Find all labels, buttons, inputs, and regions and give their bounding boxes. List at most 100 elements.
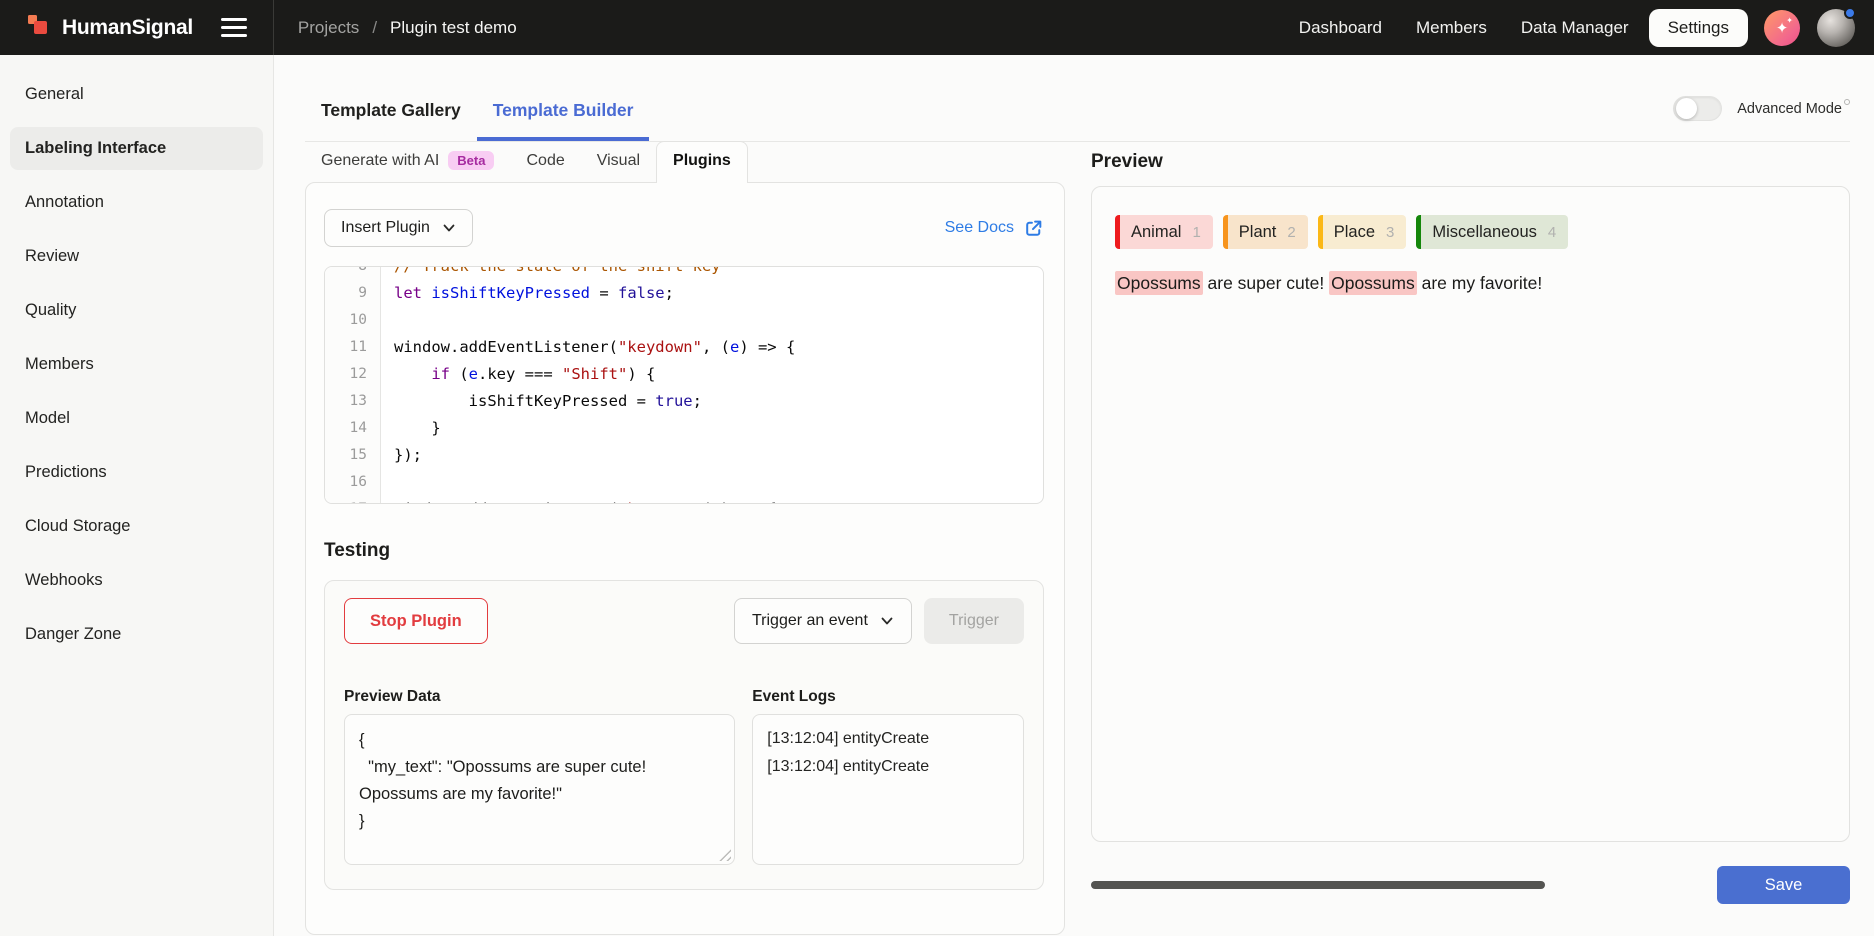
chip-color-bar: [1115, 215, 1120, 249]
topbar-nav-members[interactable]: Members: [1402, 9, 1501, 47]
event-logs-label: Event Logs: [752, 688, 1024, 706]
subtab-label: Plugins: [673, 152, 731, 170]
chip-color-bar: [1416, 215, 1421, 249]
sidebar-item-review[interactable]: Review: [10, 235, 263, 278]
code-text: }: [381, 415, 441, 442]
label-chip-plant[interactable]: Plant 2: [1223, 215, 1308, 249]
label-chip-animal[interactable]: Animal 1: [1115, 215, 1213, 249]
subtab-label: Visual: [597, 152, 640, 170]
subtab-label: Generate with AI: [321, 152, 439, 170]
sidebar-item-quality[interactable]: Quality: [10, 289, 263, 332]
line-number: 8: [325, 266, 381, 280]
subtab-generate-with-ai[interactable]: Generate with AI Beta: [305, 141, 510, 182]
code-line: 16: [325, 469, 1043, 496]
code-line: 12 if (e.key === "Shift") {: [325, 361, 1043, 388]
humansignal-logo-icon: [26, 12, 52, 43]
code-line: 13 isShiftKeyPressed = true;: [325, 388, 1043, 415]
breadcrumb: Projects / Plugin test demo: [298, 18, 517, 38]
menu-icon[interactable]: [221, 18, 247, 37]
topbar-nav-data-manager[interactable]: Data Manager: [1507, 9, 1643, 47]
toggle-knob: [1676, 98, 1697, 119]
preview-data-box: { "my_text": "Opossums are super cute! O…: [344, 714, 735, 865]
topbar-nav-dashboard[interactable]: Dashboard: [1285, 9, 1396, 47]
subtab-code[interactable]: Code: [510, 142, 580, 182]
labeled-text: Opossums are super cute! Opossums are my…: [1115, 270, 1826, 296]
preview-footer: Save: [1091, 866, 1850, 904]
save-button[interactable]: Save: [1717, 866, 1850, 904]
topbar-nav: DashboardMembersData ManagerSettings: [1285, 9, 1748, 47]
line-number: 14: [325, 415, 381, 442]
sidebar-item-annotation[interactable]: Annotation: [10, 181, 263, 224]
subtab-visual[interactable]: Visual: [581, 142, 656, 182]
chip-hotkey: 2: [1287, 224, 1295, 241]
tab-template-builder[interactable]: Template Builder: [477, 86, 650, 141]
chip-color-bar: [1223, 215, 1228, 249]
preview-column: Preview Animal 1 Plant 2 Place3 Miscellaneous…: [1091, 142, 1850, 936]
testing-panel: Stop Plugin Trigger an event Trigger Pre…: [324, 580, 1044, 890]
editor-toolbar: Insert Plugin See Docs: [324, 209, 1044, 247]
chip-hotkey: 3: [1386, 224, 1394, 241]
line-number: 12: [325, 361, 381, 388]
code-text: if (e.key === "Shift") {: [381, 361, 655, 388]
sidebar-item-webhooks[interactable]: Webhooks: [10, 559, 263, 602]
testing-toolbar: Stop Plugin Trigger an event Trigger: [344, 598, 1024, 644]
code-line: 14 }: [325, 415, 1043, 442]
template-tabs-row: Template GalleryTemplate Builder Advance…: [305, 55, 1850, 142]
line-number: 10: [325, 307, 381, 334]
preview-heading: Preview: [1091, 142, 1850, 182]
log-line: [13:12:04] entityCreate: [767, 725, 1009, 753]
highlighted-region[interactable]: Opossums: [1115, 271, 1203, 295]
label-chip-place[interactable]: Place3: [1318, 215, 1407, 249]
code-line: 10: [325, 307, 1043, 334]
breadcrumb-separator: /: [372, 18, 377, 38]
stop-plugin-button[interactable]: Stop Plugin: [344, 598, 488, 644]
code-text: window.addEventListener("keydown", (e) =…: [381, 334, 795, 361]
sidebar-item-members[interactable]: Members: [10, 343, 263, 386]
sidebar-item-labeling-interface[interactable]: Labeling Interface: [10, 127, 263, 170]
builder-subtabs: Generate with AI Beta Code Visual Plugins: [305, 142, 1065, 182]
sidebar-item-predictions[interactable]: Predictions: [10, 451, 263, 494]
ai-assistant-button[interactable]: ✦✦: [1764, 10, 1800, 46]
line-number: 15: [325, 442, 381, 469]
brand-logo[interactable]: HumanSignal: [26, 12, 193, 43]
topbar-divider: [273, 0, 274, 55]
label-chip-miscellaneous[interactable]: Miscellaneous4: [1416, 215, 1568, 249]
line-number: 9: [325, 280, 381, 307]
sidebar-item-general[interactable]: General: [10, 73, 263, 116]
horizontal-scrollbar[interactable]: [1091, 881, 1545, 889]
line-number: 11: [325, 334, 381, 361]
plain-text: are super cute!: [1203, 273, 1329, 293]
beta-badge: Beta: [448, 151, 494, 170]
testing-heading: Testing: [324, 540, 1044, 562]
code-text: let isShiftKeyPressed = false;: [381, 280, 674, 307]
topbar-nav-settings[interactable]: Settings: [1649, 9, 1748, 47]
chip-label: Animal: [1131, 223, 1181, 242]
advanced-mode-toggle[interactable]: [1673, 96, 1722, 121]
chevron-down-icon: [442, 221, 456, 235]
event-logs-section: Event Logs [13:12:04] entityCreate[13:12…: [752, 688, 1024, 865]
preview-card: Animal 1 Plant 2 Place3 Miscellaneous4 Opossu…: [1091, 186, 1850, 842]
settings-sidebar: General Labeling Interface Annotation Revie…: [0, 55, 274, 936]
tab-template-gallery[interactable]: Template Gallery: [305, 86, 477, 141]
plugin-code-editor[interactable]: 8// Track the state of the shift key9let…: [324, 266, 1044, 504]
sidebar-item-model[interactable]: Model: [10, 397, 263, 440]
subtab-plugins[interactable]: Plugins: [656, 141, 748, 183]
insert-plugin-button[interactable]: Insert Plugin: [324, 209, 473, 247]
preview-data-input[interactable]: { "my_text": "Opossums are super cute! O…: [345, 715, 734, 864]
code-line: 17window.addEventListener("keyup", (e) =…: [325, 496, 1043, 504]
breadcrumb-projects[interactable]: Projects: [298, 18, 359, 38]
trigger-button[interactable]: Trigger: [924, 598, 1024, 644]
highlighted-region[interactable]: Opossums: [1329, 271, 1417, 295]
preview-data-section: Preview Data { "my_text": "Opossums are …: [344, 688, 735, 865]
advanced-mode-info-dot: [1844, 99, 1850, 105]
see-docs-link[interactable]: See Docs: [945, 218, 1044, 239]
trigger-event-select[interactable]: Trigger an event: [734, 598, 912, 644]
code-text: [381, 469, 394, 496]
chip-label: Plant: [1239, 223, 1277, 242]
sidebar-item-cloud-storage[interactable]: Cloud Storage: [10, 505, 263, 548]
sidebar-item-danger-zone[interactable]: Danger Zone: [10, 613, 263, 656]
chip-hotkey: 1: [1192, 224, 1200, 241]
advanced-mode-wrap: Advanced Mode: [1673, 96, 1850, 121]
user-avatar[interactable]: [1817, 9, 1855, 47]
event-logs-box: [13:12:04] entityCreate[13:12:04] entity…: [752, 714, 1024, 865]
